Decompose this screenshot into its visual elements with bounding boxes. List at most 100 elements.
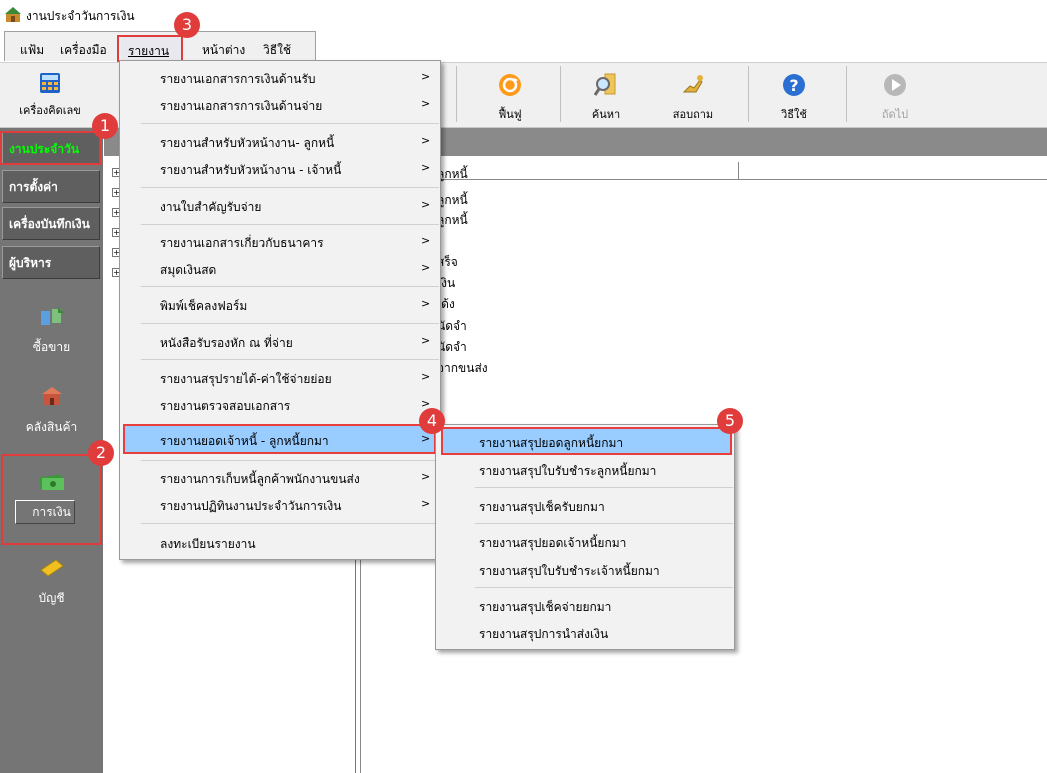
submenu-arrow-icon: > [421,161,431,174]
menu-item-supervisor-ap[interactable]: รายงานสำหรับหัวหน้างาน - เจ้าหนี้ [160,161,341,180]
module-accounting-label: บัญชี [38,591,65,605]
menu-separator [141,187,439,188]
module-inventory-label: คลังสินค้า [25,420,78,434]
module-accounting[interactable]: บัญชี [0,556,103,608]
module-trading-label: ซื้อขาย [32,340,71,354]
menu-help[interactable]: วิธีใช้ [263,41,291,60]
search-button[interactable]: ค้นหา [566,72,646,123]
next-icon [882,74,908,101]
column-divider[interactable] [738,162,739,180]
menu-tools[interactable]: เครื่องมือ [60,41,107,60]
submenu-arrow-icon: > [421,297,431,310]
app-icon [4,5,22,23]
menu-separator [475,587,733,588]
list-item[interactable]: ลูกหนี้ [437,211,468,230]
submenu-arrow-icon: > [421,134,431,147]
calculator-label: เครื่องคิดเลข [19,104,81,117]
column-header-label[interactable]: ลูกหนี้ [437,165,468,184]
menu-item-supervisor-ar[interactable]: รายงานสำหรับหัวหน้างาน- ลูกหนี้ [160,134,334,153]
menu-separator [141,123,439,124]
highlight-box-daily-work [0,131,101,165]
accounting-icon [0,556,103,583]
next-label: ถัดไป [881,108,909,121]
submenu-item-ap-balance[interactable]: รายงานสรุปยอดเจ้าหนี้ยกมา [479,534,626,553]
next-button[interactable]: ถัดไป [855,72,935,123]
callout-badge-5: 5 [717,408,743,434]
submenu-item-cash-remittance[interactable]: รายงานสรุปการนำส่งเงิน [479,625,608,644]
phone-icon [680,75,706,101]
menu-separator [141,523,439,524]
menu-separator [141,286,439,287]
callout-badge-2: 2 [88,440,114,466]
submenu-item-cheques-paid[interactable]: รายงานสรุปเช็คจ่ายยกมา [479,598,611,617]
menu-item-register-report[interactable]: ลงทะเบียนรายงาน [160,535,256,554]
svg-text:?: ? [789,76,798,95]
module-trading[interactable]: ซื้อขาย [0,305,103,357]
menu-separator [475,523,733,524]
submenu-item-ar-balance[interactable]: รายงานสรุปยอดลูกหนี้ยกมา [479,434,623,453]
menu-item-carried-forward[interactable]: รายงานยอดเจ้าหนี้ - ลูกหนี้ยกมา [160,432,329,451]
submenu-arrow-icon: > [421,261,431,274]
menu-item-withholding-cert[interactable]: หนังสือรับรองหัก ณ ที่จ่าย [160,334,293,353]
highlight-box-finance [1,454,102,545]
help-button[interactable]: ? วิธีใช้ [754,72,834,123]
help-label: วิธีใช้ [781,108,807,121]
callout-badge-1: 1 [92,113,118,139]
menu-separator [141,359,439,360]
title-bar [0,0,1047,30]
list-item[interactable]: นัดจำ [437,338,467,357]
submenu-arrow-icon: > [421,334,431,347]
menu-item-payment-docs[interactable]: รายงานเอกสารการเงินด้านจ่าย [160,97,322,116]
menu-item-finance-calendar[interactable]: รายงานปฏิทินงานประจำวันการเงิน [160,497,341,516]
callout-badge-4: 4 [419,408,445,434]
search-label: ค้นหา [591,108,621,121]
submenu-arrow-icon: > [421,198,431,211]
submenu-arrow-icon: > [421,432,431,445]
menu-item-receipt-docs[interactable]: รายงานเอกสารการเงินด้านรับ [160,70,316,89]
menu-file[interactable]: แฟ้ม [20,41,44,60]
menu-item-print-cheque[interactable]: พิมพ์เช็คลงฟอร์ม [160,297,247,316]
submenu-item-ap-receipts[interactable]: รายงานสรุปใบรับชำระเจ้าหนี้ยกมา [479,562,660,581]
nav-settings[interactable]: การตั้งค่า [2,170,100,203]
toolbar-separator [560,66,561,122]
menu-item-income-expense[interactable]: รายงานสรุปรายได้-ค่าใช้จ่ายย่อย [160,370,332,389]
submenu-arrow-icon: > [421,97,431,110]
list-item[interactable]: ลูกหนี้ [437,191,468,210]
menu-item-vouchers[interactable]: งานใบสำคัญรับจ่าย [160,198,261,217]
inventory-icon [0,385,103,412]
submenu-arrow-icon: > [421,497,431,510]
menu-separator [141,323,439,324]
menu-item-doc-audit[interactable]: รายงานตรวจสอบเอกสาร [160,397,290,416]
inquiry-button[interactable]: สอบถาม [653,72,733,123]
help-icon: ? [781,74,807,101]
menu-window[interactable]: หน้าต่าง [202,41,245,60]
refresh-label: ฟื้นฟู [498,108,522,121]
menu-item-delivery-collection[interactable]: รายงานการเก็บหนี้ลูกค้าพนักงานขนส่ง [160,470,360,489]
list-item[interactable]: นัดจำ [437,317,467,336]
menu-separator [141,224,439,225]
menu-item-bank-docs[interactable]: รายงานเอกสารเกี่ยวกับธนาคาร [160,234,324,253]
toolbar-separator [846,66,847,122]
refresh-button[interactable]: ฟื้นฟู [470,72,550,123]
inquiry-label: สอบถาม [672,108,714,121]
nav-executive[interactable]: ผู้บริหาร [2,246,100,279]
submenu-arrow-icon: > [421,370,431,383]
submenu-item-cheques-received[interactable]: รายงานสรุปเช็ครับยกมา [479,498,605,517]
toolbar-separator [456,66,457,122]
module-inventory[interactable]: คลังสินค้า [0,385,103,437]
trading-icon [0,305,103,332]
search-icon [593,73,619,101]
list-item[interactable]: จากขนส่ง [437,359,488,378]
toolbar-separator [748,66,749,122]
menu-item-cash-book[interactable]: สมุดเงินสด [160,261,216,280]
submenu-arrow-icon: > [421,470,431,483]
submenu-item-ar-receipts[interactable]: รายงานสรุปใบรับชำระลูกหนี้ยกมา [479,462,656,481]
calculator-button[interactable]: เครื่องคิดเลข [10,72,90,119]
nav-cash-register[interactable]: เครื่องบันทึกเงิน [2,207,100,240]
callout-badge-3: 3 [174,12,200,38]
menu-separator [141,460,439,461]
submenu-arrow-icon: > [421,234,431,247]
calculator-icon [38,73,62,97]
window-title: งานประจำวันการเงิน [26,9,135,23]
menu-separator [475,487,733,488]
